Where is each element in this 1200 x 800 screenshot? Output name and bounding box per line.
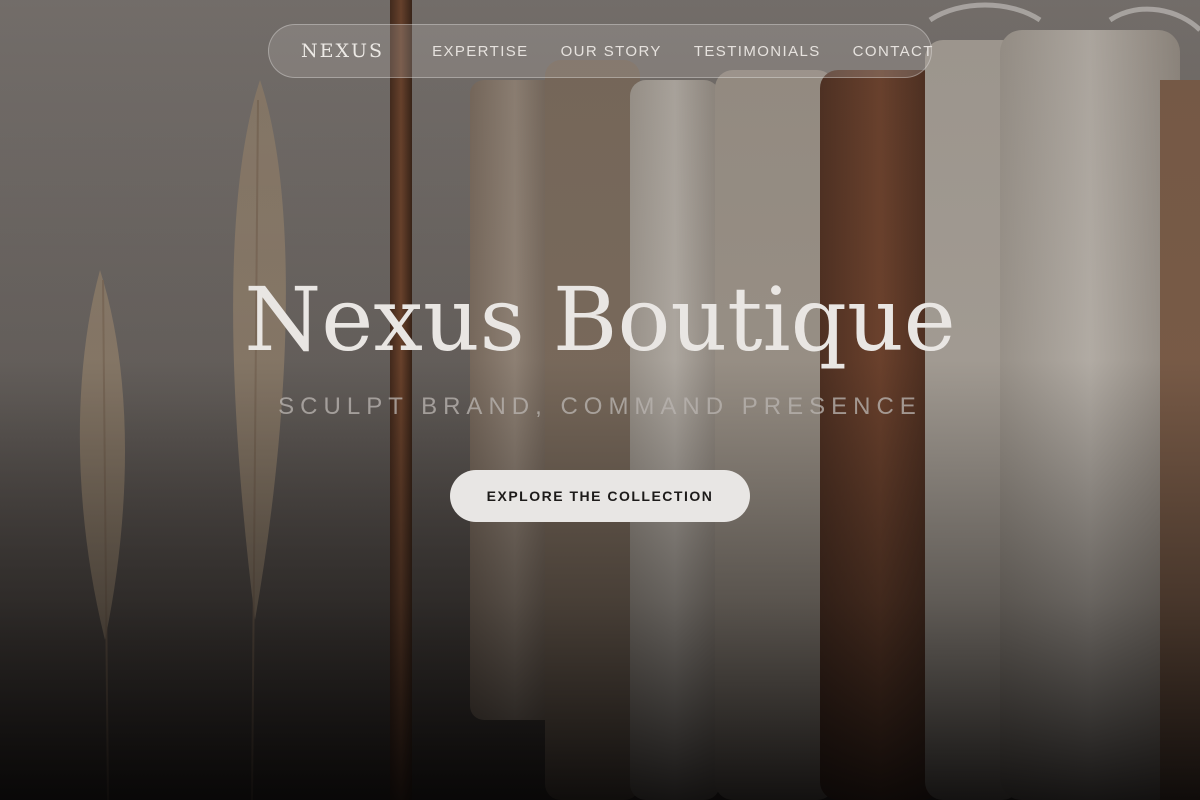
hero-tagline: SCULPT BRAND, COMMAND PRESENCE xyxy=(278,393,922,420)
hero-title: Nexus Boutique xyxy=(244,268,956,371)
nav-link-expertise[interactable]: EXPERTISE xyxy=(432,43,529,60)
top-navigation-bar: NEXUS EXPERTISE OUR STORY TESTIMONIALS C… xyxy=(268,24,932,78)
explore-collection-button[interactable]: EXPLORE THE COLLECTION xyxy=(450,470,750,522)
nav-link-our-story[interactable]: OUR STORY xyxy=(561,43,662,60)
brand-logo[interactable]: NEXUS xyxy=(301,40,384,62)
hero-section: NEXUS EXPERTISE OUR STORY TESTIMONIALS C… xyxy=(0,0,1200,800)
nav-link-contact[interactable]: CONTACT xyxy=(853,43,934,60)
nav-link-testimonials[interactable]: TESTIMONIALS xyxy=(694,43,821,60)
nav-links: EXPERTISE OUR STORY TESTIMONIALS CONTACT xyxy=(432,43,934,60)
